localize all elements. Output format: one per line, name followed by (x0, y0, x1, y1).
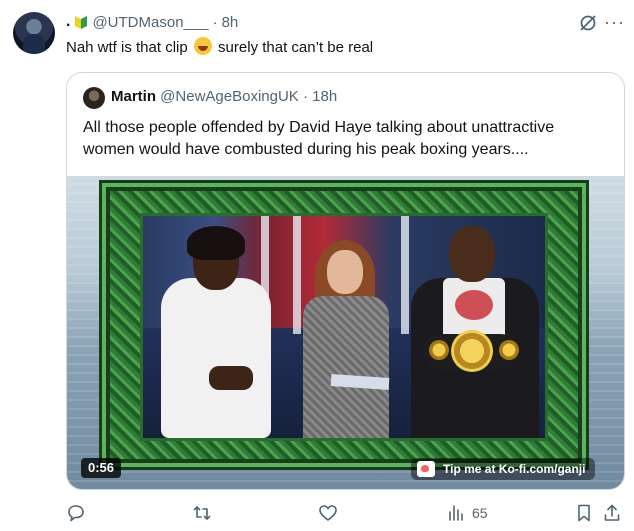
belt-side-plate (499, 340, 519, 360)
studio-pillar (401, 216, 409, 334)
share-icon (604, 504, 620, 521)
share-button[interactable] (602, 502, 622, 524)
belt-center-plate (451, 330, 493, 372)
tweet-text-part-1: Nah wtf is that clip (66, 39, 192, 56)
header-separator: · (212, 13, 218, 31)
tweet-time[interactable]: 8h (222, 14, 239, 31)
guest-left-body (161, 278, 271, 438)
bookmark-button[interactable] (574, 502, 594, 524)
reply-icon (68, 505, 84, 522)
guest-left-hands (209, 366, 253, 390)
kofi-overlay: Tip me at Ko-fi.com/ganji (411, 458, 596, 480)
author-avatar[interactable] (13, 12, 55, 54)
presenter-face (327, 250, 363, 294)
reply-button[interactable] (66, 502, 92, 524)
video-player[interactable]: 0:56 Tip me at Ko-fi.com/ganji (67, 176, 624, 489)
guest-right-head (449, 226, 495, 282)
views-count: 65 (472, 505, 488, 521)
grok-icon[interactable] (578, 13, 598, 33)
heart-icon (319, 505, 337, 521)
guest-left-hair (187, 226, 245, 260)
quoted-author-name[interactable]: Martin (111, 88, 156, 105)
quoted-tweet[interactable]: Martin @NewAgeBoxingUK · 18h All those p… (66, 72, 625, 490)
presenter-body (303, 296, 389, 438)
views-chart-icon (449, 505, 463, 521)
tweet-header: . @UTDMason___ · 8h (66, 12, 238, 32)
tweet-text-part-2: surely that can’t be real (213, 39, 374, 56)
video-duration: 0:56 (81, 458, 122, 478)
quoted-text: All those people offended by David Haye … (83, 119, 555, 158)
belt-side-plate (429, 340, 449, 360)
retweet-button[interactable] (192, 502, 218, 524)
quoted-author-handle[interactable]: @NewAgeBoxingUK (160, 88, 299, 105)
video-still (140, 213, 548, 441)
quoted-time[interactable]: 18h (312, 88, 337, 105)
more-options-icon[interactable]: ··· (604, 12, 625, 32)
views-button[interactable]: 65 (446, 502, 488, 524)
like-button[interactable] (318, 502, 344, 524)
quoted-header: Martin @NewAgeBoxingUK · 18h (111, 88, 337, 105)
tweet-actions: 65 (66, 502, 626, 524)
rolling-on-floor-laughing-icon (193, 37, 212, 55)
quoted-author-avatar[interactable] (83, 87, 105, 109)
kofi-cup-icon (417, 461, 435, 477)
beginner-leaf-icon (75, 16, 88, 29)
author-handle[interactable]: @UTDMason___ (92, 14, 208, 31)
bookmark-icon (578, 504, 590, 522)
shirt-logo (455, 290, 493, 320)
retweet-icon (193, 506, 211, 520)
quoted-separator: · (302, 88, 308, 105)
studio-pillar (293, 216, 301, 334)
author-name-dot[interactable]: . (66, 13, 70, 31)
kofi-text: Tip me at Ko-fi.com/ganji (443, 462, 586, 476)
tweet-text: Nah wtf is that clip surely that can’t b… (66, 37, 373, 58)
ornate-green-frame (99, 180, 589, 470)
